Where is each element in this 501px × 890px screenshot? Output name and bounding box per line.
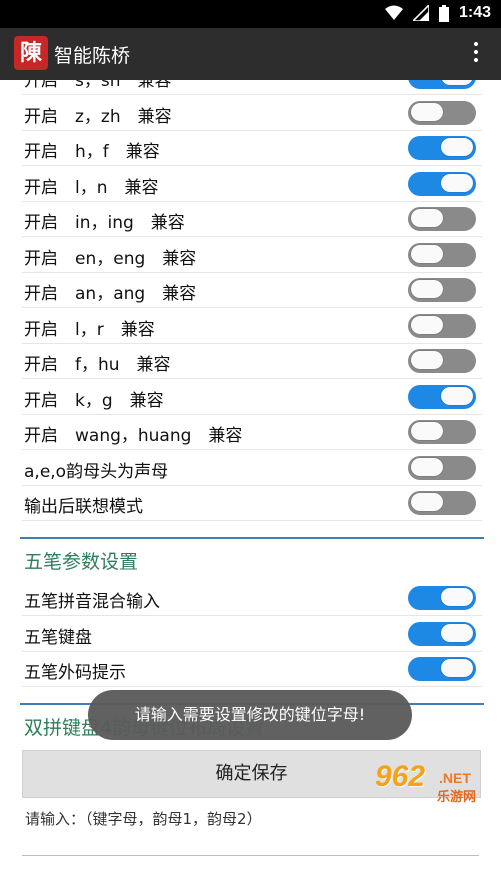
switch-knob — [441, 173, 473, 192]
switch-knob — [411, 280, 443, 298]
wifi-icon — [384, 5, 403, 20]
status-bar: 1:43 — [0, 0, 501, 28]
status-time: 1:43 — [458, 4, 491, 21]
setting-row-wubi-2: 五笔外码提示 — [22, 651, 482, 687]
setting-switch[interactable] — [408, 313, 476, 338]
app-bar: 陳 智能陈桥 — [0, 28, 501, 80]
watermark-logo: 962 .NET 乐游网 — [365, 760, 493, 805]
overflow-menu-icon[interactable] — [473, 42, 479, 62]
setting-switch[interactable] — [408, 657, 476, 681]
setting-switch[interactable] — [408, 171, 476, 196]
setting-switch[interactable] — [408, 384, 476, 409]
switch-knob — [441, 588, 473, 606]
setting-label: 开启 en，eng 兼容 — [24, 248, 197, 269]
setting-switch[interactable] — [408, 455, 476, 480]
setting-switch[interactable] — [408, 491, 476, 515]
status-icons: 1:43 — [384, 4, 491, 22]
setting-row-pinyin-1: 开启 z，zh 兼容 — [22, 95, 482, 131]
setting-row-pinyin-5: 开启 en，eng 兼容 — [22, 237, 482, 273]
input-prompt-label: 请输入：（键字母，韵母1，韵母2） — [25, 810, 262, 828]
switch-knob — [411, 422, 443, 440]
switch-knob — [441, 138, 473, 156]
setting-label: 输出后联想模式 — [24, 497, 143, 517]
setting-switch[interactable] — [408, 349, 476, 373]
cellular-signal-icon — [412, 5, 429, 21]
setting-row-pinyin-6: 开启 an，ang 兼容 — [22, 272, 482, 308]
toast-message: 请输入需要设置修改的键位字母! — [88, 690, 412, 740]
setting-label: a,e,o韵母头为声母 — [24, 461, 169, 482]
battery-icon — [438, 4, 449, 22]
wubi-section-title: 五笔参数设置 — [24, 551, 139, 573]
switch-knob — [441, 80, 473, 85]
setting-switch[interactable] — [408, 586, 476, 610]
setting-label: 开启 z，zh 兼容 — [24, 106, 172, 127]
switch-knob — [411, 315, 443, 334]
setting-switch[interactable] — [408, 136, 476, 160]
setting-row-pinyin-8: 开启 f，hu 兼容 — [22, 343, 482, 379]
key-layout-input[interactable] — [22, 855, 479, 856]
setting-switch[interactable] — [408, 420, 476, 444]
setting-row-pinyin-12: 输出后联想模式 — [22, 485, 482, 521]
setting-switch[interactable] — [408, 242, 476, 267]
setting-switch[interactable] — [408, 207, 476, 231]
setting-label: 开启 an，ang 兼容 — [24, 284, 197, 304]
switch-knob — [441, 623, 473, 642]
section-divider — [20, 537, 484, 539]
switch-knob — [411, 244, 443, 263]
setting-row-wubi-0: 五笔拼音混合输入 — [22, 580, 482, 616]
switch-knob — [411, 457, 443, 476]
watermark-suffix: .NET — [439, 770, 471, 786]
setting-row-pinyin-3: 开启 l，n 兼容 — [22, 166, 482, 202]
setting-row-pinyin-7: 开启 l，r 兼容 — [22, 308, 482, 344]
app-logo: 陳 — [14, 36, 48, 70]
switch-knob — [411, 209, 443, 227]
setting-row-pinyin-10: 开启 wang，huang 兼容 — [22, 414, 482, 450]
setting-row-pinyin-9: 开启 k，g 兼容 — [22, 379, 482, 415]
switch-knob — [411, 493, 443, 511]
setting-row-pinyin-2: 开启 h，f 兼容 — [22, 130, 482, 166]
setting-label: 开启 l，r 兼容 — [24, 319, 155, 340]
app-title: 智能陈桥 — [54, 45, 131, 67]
setting-label: 开启 h，f 兼容 — [24, 142, 160, 162]
setting-label: 开启 wang，huang 兼容 — [24, 426, 243, 446]
watermark-number: 962 — [375, 760, 426, 793]
setting-switch[interactable] — [408, 621, 476, 646]
setting-label: 开启 l，n 兼容 — [24, 177, 159, 198]
setting-label: 五笔键盘 — [24, 627, 92, 648]
setting-label: 开启 s，sh 兼容 — [24, 80, 172, 91]
setting-row-wubi-1: 五笔键盘 — [22, 616, 482, 652]
setting-switch[interactable] — [408, 100, 476, 125]
switch-knob — [411, 102, 443, 121]
setting-label: 五笔外码提示 — [24, 663, 126, 683]
setting-switch[interactable] — [408, 278, 476, 302]
switch-knob — [441, 386, 473, 405]
setting-row-pinyin-0: 开启 s，sh 兼容 — [22, 80, 482, 95]
setting-label: 开启 in，ing 兼容 — [24, 213, 185, 233]
setting-row-pinyin-4: 开启 in，ing 兼容 — [22, 201, 482, 237]
switch-knob — [441, 659, 473, 677]
setting-label: 开启 k，g 兼容 — [24, 390, 164, 411]
setting-row-pinyin-11: a,e,o韵母头为声母 — [22, 450, 482, 486]
setting-label: 开启 f，hu 兼容 — [24, 355, 171, 375]
watermark-subtitle: 乐游网 — [437, 790, 477, 805]
setting-switch[interactable] — [408, 80, 476, 89]
switch-knob — [411, 351, 443, 369]
setting-label: 五笔拼音混合输入 — [24, 592, 160, 612]
